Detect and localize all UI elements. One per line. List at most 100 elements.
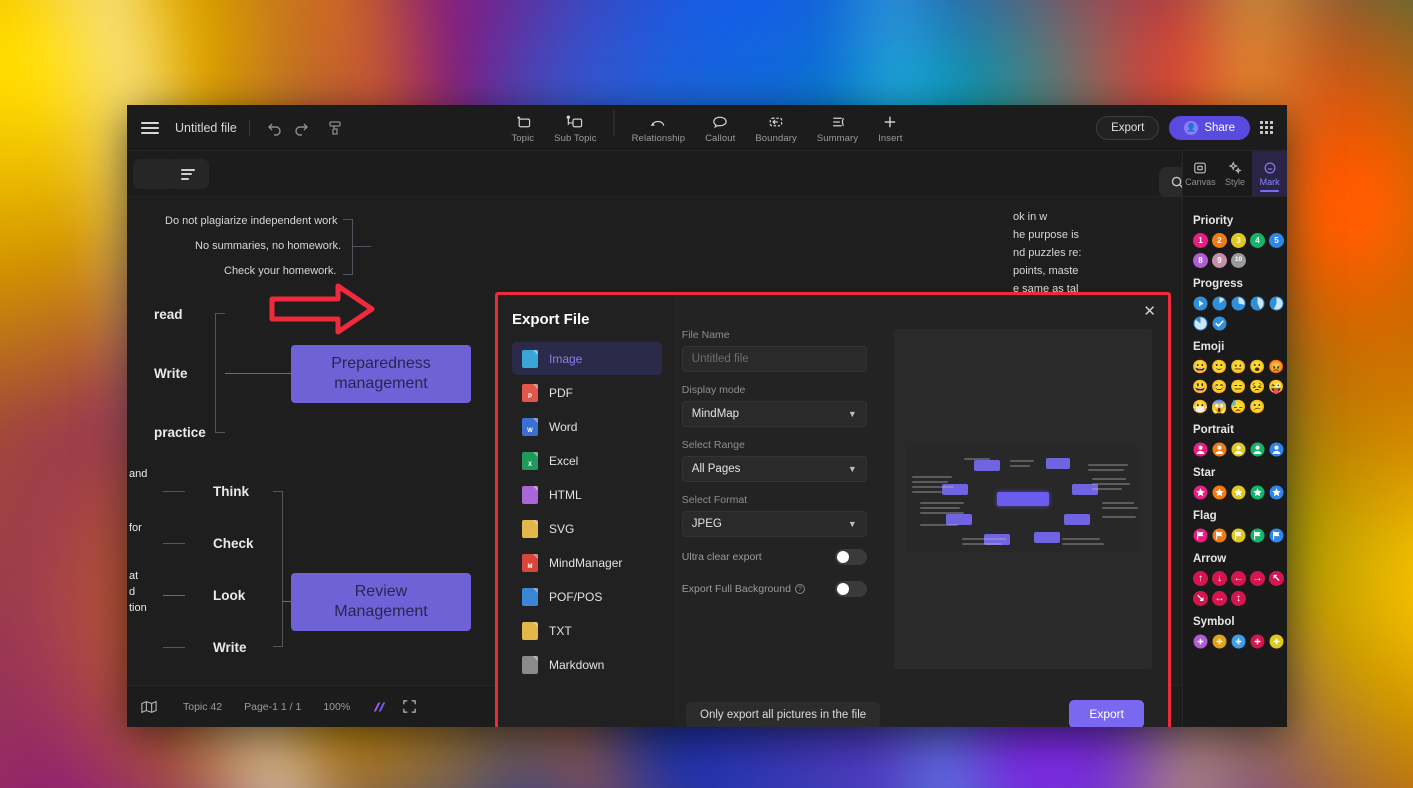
mark-arrow-5[interactable]: ↖ [1269, 571, 1284, 586]
mark-priority-8[interactable]: 9 [1212, 253, 1227, 268]
mark-star-4[interactable] [1250, 485, 1265, 500]
mark-emoji-9[interactable]: 😑 [1230, 379, 1246, 394]
outline-toggle-button[interactable] [167, 159, 209, 189]
canvas-fragment[interactable]: he purpose is [1013, 229, 1079, 241]
mark-star-5[interactable] [1269, 485, 1284, 500]
close-icon[interactable]: ✕ [1143, 304, 1156, 319]
mark-portrait-3[interactable] [1231, 442, 1246, 457]
mark-priority-9[interactable]: 10 [1231, 253, 1246, 268]
file-name-input[interactable]: Untitled file [681, 346, 867, 372]
mark-portrait-2[interactable] [1212, 442, 1227, 457]
mark-star-1[interactable] [1193, 485, 1208, 500]
zoom-level[interactable]: 100% [323, 701, 350, 713]
format-item-mindmanager[interactable]: M MindManager [512, 546, 662, 579]
mark-symbol-5[interactable] [1269, 634, 1284, 649]
only-pictures-button[interactable]: Only export all pictures in the file [686, 702, 881, 727]
mark-arrow-8[interactable]: ↔ [1212, 591, 1227, 606]
map-icon[interactable] [141, 700, 157, 714]
mark-arrow-4[interactable]: → [1250, 571, 1265, 586]
canvas-note[interactable]: Check your homework. [224, 265, 337, 277]
fullscreen-icon[interactable] [402, 699, 417, 714]
canvas-label[interactable]: Write [213, 640, 247, 655]
mindmap-node[interactable]: Preparedness management [291, 345, 471, 403]
format-item-excel[interactable]: X Excel [512, 444, 662, 477]
mark-symbol-4[interactable] [1250, 634, 1265, 649]
mark-priority-2[interactable]: 2 [1212, 233, 1227, 248]
ultra-clear-toggle[interactable] [834, 549, 867, 565]
canvas-fragment[interactable]: ok in w [1013, 211, 1047, 223]
mark-emoji-15[interactable]: 😓 [1230, 399, 1246, 414]
tool-summary[interactable]: Summary [808, 112, 867, 146]
canvas-fragment[interactable]: nd puzzles re: [1013, 247, 1081, 259]
share-button[interactable]: 👤 Share [1169, 115, 1250, 140]
mark-priority-7[interactable]: 8 [1193, 253, 1208, 268]
mark-progress-8[interactable] [1212, 316, 1227, 331]
question-mark-icon[interactable]: ? [794, 584, 805, 594]
mark-star-3[interactable] [1231, 485, 1246, 500]
display-mode-select[interactable]: MindMap ▼ [681, 401, 867, 427]
mark-progress-1[interactable] [1193, 296, 1208, 311]
format-item-markdown[interactable]: Markdown [512, 648, 662, 681]
format-painter-icon[interactable] [322, 115, 348, 141]
mark-emoji-14[interactable]: 😱 [1211, 399, 1227, 414]
format-item-txt[interactable]: TXT [512, 614, 662, 647]
select-range-select[interactable]: All Pages ▼ [681, 456, 867, 482]
format-item-image[interactable]: Image [512, 342, 662, 375]
canvas-note[interactable]: Do not plagiarize independent work [165, 215, 337, 227]
mark-arrow-2[interactable]: ↓ [1212, 571, 1227, 586]
file-title[interactable]: Untitled file [175, 121, 237, 135]
export-button[interactable]: Export [1069, 700, 1144, 727]
mark-emoji-3[interactable]: 😐 [1230, 359, 1246, 374]
full-background-toggle[interactable] [834, 581, 867, 597]
canvas-fragment[interactable]: tion [129, 602, 147, 614]
mindmap-node[interactable]: Review Management [291, 573, 471, 631]
mark-progress-2[interactable] [1212, 296, 1227, 311]
mark-emoji-5[interactable]: 😡 [1268, 359, 1284, 374]
mark-arrow-3[interactable]: ← [1231, 571, 1246, 586]
tool-relationship[interactable]: Relationship [623, 112, 694, 146]
mark-progress-4[interactable] [1250, 296, 1265, 311]
app-grid-icon[interactable] [1260, 121, 1273, 134]
mark-progress-7[interactable] [1193, 316, 1208, 331]
tool-sub-topic[interactable]: Sub Topic [545, 112, 605, 146]
mark-emoji-7[interactable]: 😃 [1192, 379, 1208, 394]
format-item-word[interactable]: W Word [512, 410, 662, 443]
mark-progress-3[interactable] [1231, 296, 1246, 311]
export-button-top[interactable]: Export [1096, 115, 1160, 140]
page-indicator[interactable]: Page-1 1 / 1 [244, 701, 301, 713]
mark-priority-1[interactable]: 1 [1193, 233, 1208, 248]
mark-emoji-11[interactable]: 😜 [1268, 379, 1284, 394]
mark-star-2[interactable] [1212, 485, 1227, 500]
redo-icon[interactable] [288, 115, 314, 141]
format-item-pof-pos[interactable]: POF/POS [512, 580, 662, 613]
canvas-label[interactable]: Check [213, 536, 254, 551]
format-item-pdf[interactable]: P PDF [512, 376, 662, 409]
mark-emoji-4[interactable]: 😮 [1249, 359, 1265, 374]
canvas-label[interactable]: Write [154, 366, 188, 381]
mark-emoji-16[interactable]: 😕 [1249, 399, 1265, 414]
mark-symbol-1[interactable] [1193, 634, 1208, 649]
canvas-label[interactable]: Look [213, 588, 245, 603]
select-format-select[interactable]: JPEG ▼ [681, 511, 867, 537]
canvas-fragment[interactable]: d [129, 586, 135, 598]
canvas-label[interactable]: practice [154, 425, 206, 440]
tool-callout[interactable]: Callout [696, 112, 744, 146]
mark-flag-1[interactable] [1193, 528, 1208, 543]
mark-symbol-3[interactable] [1231, 634, 1246, 649]
format-item-svg[interactable]: SVG [512, 512, 662, 545]
mark-flag-4[interactable] [1250, 528, 1265, 543]
mark-emoji-1[interactable]: 😀 [1192, 359, 1208, 374]
tab-style[interactable]: Style [1218, 151, 1253, 196]
mark-emoji-13[interactable]: 😷 [1192, 399, 1208, 414]
mark-emoji-2[interactable]: 🙂 [1211, 359, 1227, 374]
canvas-fragment[interactable]: and [129, 468, 147, 480]
mark-portrait-1[interactable] [1193, 442, 1208, 457]
undo-icon[interactable] [262, 115, 288, 141]
mark-emoji-8[interactable]: 😊 [1211, 379, 1227, 394]
tool-topic[interactable]: Topic [502, 112, 543, 146]
mark-emoji-10[interactable]: 😣 [1249, 379, 1265, 394]
hamburger-icon[interactable] [141, 121, 159, 134]
canvas-note[interactable]: No summaries, no homework. [195, 240, 341, 252]
brand-icon[interactable] [372, 700, 388, 714]
tab-mark[interactable]: Mark [1252, 151, 1287, 196]
